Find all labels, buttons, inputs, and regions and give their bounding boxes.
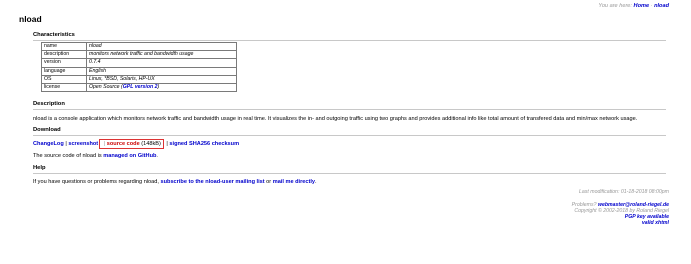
mailing-list-link[interactable]: subscribe to the nload-user mailing list [161, 179, 265, 185]
help-prefix: If you have questions or problems regard… [33, 179, 161, 185]
breadcrumb-home-link[interactable]: Home [634, 3, 650, 9]
description-heading: Description [33, 101, 666, 110]
table-key-cell: version [41, 58, 87, 68]
table-key-cell: name [41, 41, 87, 52]
table-value-cell: nload [86, 41, 237, 52]
help-suffix: . [315, 179, 317, 185]
table-row: license Open Source (GPL version 2) [41, 83, 237, 93]
source-size: (148kB) [139, 141, 161, 147]
table-value-cell: English [86, 66, 237, 76]
breadcrumb-current-link[interactable]: nload [654, 3, 669, 9]
table-key-cell: language [41, 66, 87, 76]
breadcrumb-prefix: You are here: [598, 3, 634, 9]
github-text: The source code of nload is managed on G… [33, 153, 158, 160]
last-modification: Last modification: 01-18-2018 08:00pm [579, 189, 669, 195]
help-heading: Help [33, 165, 666, 174]
screenshot-link[interactable]: screenshot [68, 141, 98, 147]
table-row: description monitors network traffic and… [41, 50, 237, 60]
table-key-cell: OS [41, 74, 87, 85]
gpl-license-link[interactable]: GPL version 2 [123, 84, 158, 90]
table-row: version 0.7.4 [41, 58, 237, 68]
table-row: name nload [41, 41, 237, 52]
license-value-cell: Open Source (GPL version 2) [86, 83, 237, 93]
download-heading: Download [33, 127, 666, 136]
license-prefix: Open Source ( [89, 84, 123, 91]
footer: Problems? webmaster@roland-riegel.de Cop… [572, 202, 669, 226]
mail-me-link[interactable]: mail me directly [273, 179, 315, 185]
characteristics-heading: Characteristics [33, 32, 666, 41]
github-suffix: . [156, 153, 158, 159]
table-value-cell: 0.7.4 [86, 58, 237, 68]
description-text: nload is a console application which mon… [33, 116, 638, 122]
changelog-link[interactable]: ChangeLog [33, 141, 64, 147]
checksum-link[interactable]: signed SHA256 checksum [169, 141, 239, 147]
table-row: OS Linux, *BSD, Solaris, HP-UX [41, 74, 237, 85]
source-code-highlight: | source code (148kB) [99, 139, 164, 149]
github-prefix: The source code of nload is [33, 153, 104, 159]
license-suffix: ) [157, 84, 160, 91]
table-key-cell: description [41, 50, 87, 60]
download-links: ChangeLog | screenshot | source code (14… [33, 139, 239, 149]
github-link[interactable]: managed on GitHub [103, 153, 156, 159]
source-code-link[interactable]: source code [107, 141, 140, 147]
table-value-cell: Linux, *BSD, Solaris, HP-UX [86, 74, 237, 85]
valid-xhtml-link[interactable]: valid xhtml [642, 220, 669, 226]
help-text: If you have questions or problems regard… [33, 179, 317, 186]
characteristics-table: name nload description monitors network … [41, 41, 237, 93]
table-value-cell: monitors network traffic and bandwidth u… [86, 50, 237, 60]
help-middle: or [264, 179, 273, 185]
table-row: language English [41, 66, 237, 76]
breadcrumb: You are here: Home · nload [598, 3, 669, 9]
page-title: nload [19, 14, 42, 24]
table-key-cell: license [41, 83, 87, 93]
